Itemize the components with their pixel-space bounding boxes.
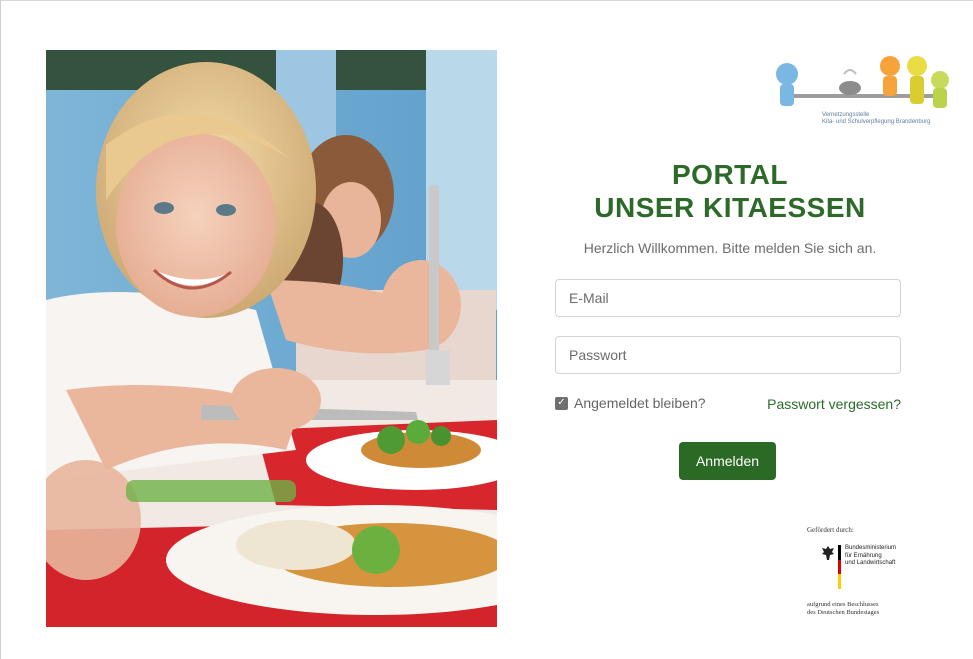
ministry-line3: und Landwirtschaft [845,560,896,566]
welcome-subtitle: Herzlich Willkommen. Bitte melden Sie si… [583,240,877,256]
funded-label: Gefördert durch: [807,526,854,534]
ministry-line2: für Ernährung [845,552,882,559]
hero-photo [46,50,497,627]
federal-eagle-icon [822,546,834,560]
logo-caption: Vernetzungsstelle Kita- und Schulverpfle… [822,112,930,126]
resolution-text: aufgrund eines Beschlusses des Deutschen… [807,601,879,617]
resolution-line2: des Deutschen Bundestages [807,609,880,616]
remember-me[interactable]: ✓ Angemeldet bleiben? [555,395,706,411]
logo-caption-line2: Kita- und Schulverpflegung Brandenburg [822,119,931,125]
remember-label: Angemeldet bleiben? [574,395,706,411]
logo-caption-line1: Vernetzungsstelle [822,112,870,118]
login-button[interactable]: Anmelden [679,442,776,480]
ministry-line1: Bundesministerium [845,545,897,551]
child-eating-lunch-photo [46,50,497,627]
login-panel: Vernetzungsstelle Kita- und Schulverpfle… [540,50,949,627]
checkbox-checked-icon[interactable]: ✓ [555,396,568,410]
title-line2: UNSER KITAESSEN [594,192,866,223]
title-line1: PORTAL [671,159,789,190]
ministry-name: Bundesministerium für Ernährung und Land… [845,545,896,568]
forgot-password-link[interactable]: Passwort vergessen? [767,396,901,412]
password-field[interactable] [555,336,901,374]
page-title: PORTAL UNSER KITAESSEN [540,158,920,224]
german-flag-stripe [838,545,841,590]
email-field[interactable] [555,279,901,317]
resolution-line1: aufgrund eines Beschlusses [807,601,879,608]
